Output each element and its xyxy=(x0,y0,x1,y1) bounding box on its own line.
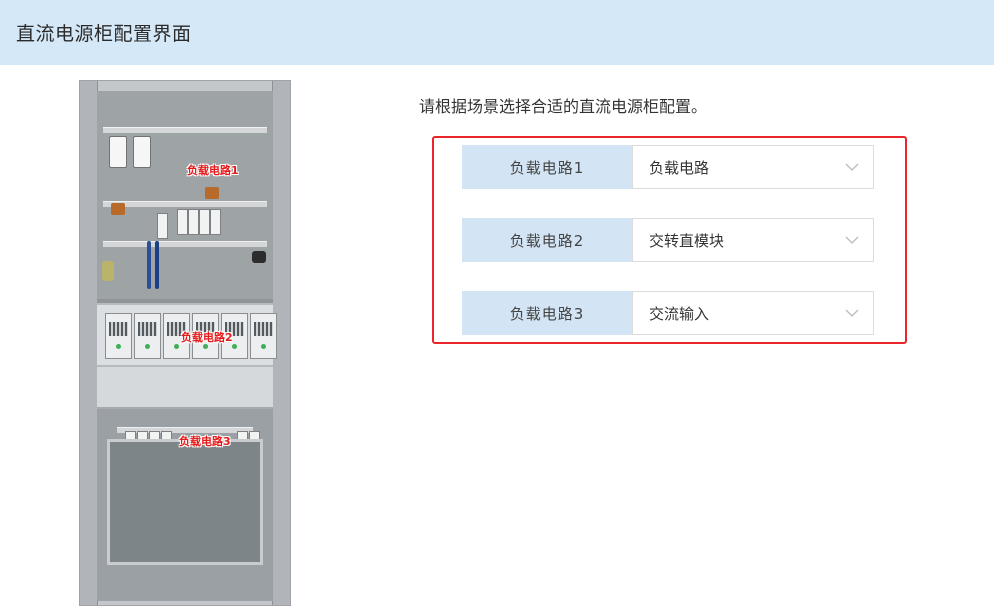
config-row-3: 负载电路3 交流输入 xyxy=(462,291,874,335)
load-circuit-1-mark: 负载电路1 xyxy=(187,164,239,177)
config-row-1: 负载电路1 负载电路 xyxy=(462,145,874,189)
fuse-holder xyxy=(109,136,127,168)
cable xyxy=(102,261,114,281)
lower-frame xyxy=(107,439,263,565)
cable xyxy=(155,241,159,289)
rectifier-module xyxy=(105,313,132,359)
fuse-holder xyxy=(133,136,151,168)
row-label: 负载电路1 xyxy=(462,145,632,189)
config-row-2: 负载电路2 交转直模块 xyxy=(462,218,874,262)
cable xyxy=(147,241,151,289)
config-form-highlight: 负载电路1 负载电路 负载电路2 交转直模块 负载电路3 交流输入 xyxy=(432,136,907,344)
blank-panel xyxy=(97,367,273,409)
copper-busbar xyxy=(111,203,125,215)
chevron-down-icon xyxy=(845,308,859,318)
chevron-down-icon xyxy=(845,162,859,172)
cable xyxy=(252,251,266,263)
select-value: 交流输入 xyxy=(649,304,710,323)
dc-cabinet-photo: 负载电路1 负载电路2 负载电路3 xyxy=(79,80,291,606)
cabinet-door-left xyxy=(80,81,98,605)
load-circuit-2-select[interactable]: 交转直模块 xyxy=(632,218,874,262)
breaker xyxy=(188,209,199,235)
row-label: 负载电路3 xyxy=(462,291,632,335)
instruction-text: 请根据场景选择合适的直流电源柜配置。 xyxy=(419,97,708,116)
breaker xyxy=(199,209,210,235)
din-rail xyxy=(103,201,267,207)
select-value: 负载电路 xyxy=(649,158,710,177)
page-title: 直流电源柜配置界面 xyxy=(16,23,192,45)
breaker xyxy=(210,209,221,235)
din-rail xyxy=(103,127,267,133)
rectifier-module xyxy=(250,313,277,359)
cabinet-interior: 负载电路1 负载电路2 负载电路3 xyxy=(97,91,277,601)
rectifier-module-bay: 负载电路2 xyxy=(97,303,277,367)
copper-busbar xyxy=(205,187,219,199)
row-label: 负载电路2 xyxy=(462,218,632,262)
load-circuit-3-mark: 负载电路3 xyxy=(179,435,231,448)
breaker xyxy=(177,209,188,235)
load-circuit-3-select[interactable]: 交流输入 xyxy=(632,291,874,335)
chevron-down-icon xyxy=(845,235,859,245)
select-value: 交转直模块 xyxy=(649,231,725,250)
din-rail xyxy=(103,241,267,247)
load-circuit-2-mark: 负载电路2 xyxy=(181,331,233,344)
lower-bay: 负载电路3 xyxy=(97,409,273,601)
breaker xyxy=(157,213,168,239)
load-circuit-1-select[interactable]: 负载电路 xyxy=(632,145,874,189)
title-bar: 直流电源柜配置界面 xyxy=(0,0,994,65)
rectifier-module xyxy=(134,313,161,359)
upper-bay: 负载电路1 xyxy=(97,91,273,299)
